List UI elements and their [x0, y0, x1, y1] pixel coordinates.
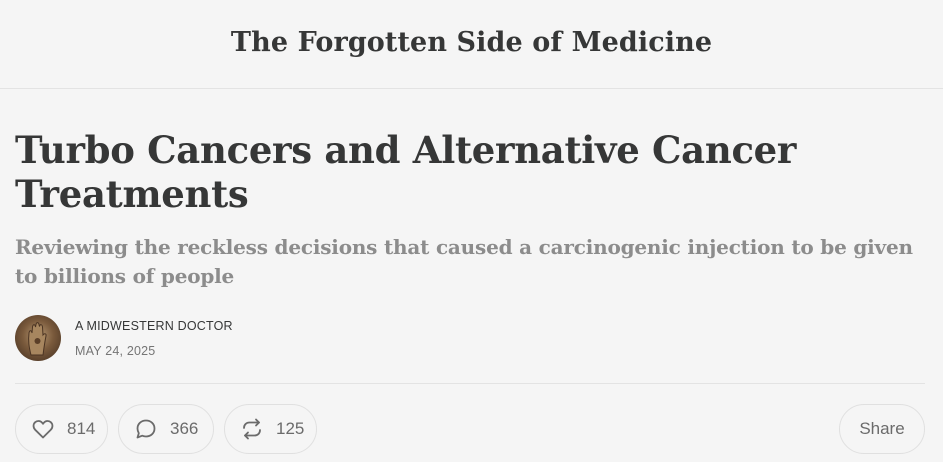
divider — [15, 383, 925, 384]
share-label: Share — [859, 419, 905, 438]
comment-button[interactable]: 366 — [118, 404, 214, 454]
restack-button[interactable]: 125 — [224, 404, 317, 454]
hand-sculpture-icon — [28, 322, 47, 356]
publication-title[interactable]: The Forgotten Side of Medicine — [231, 27, 712, 58]
heart-icon — [31, 416, 55, 442]
restack-count: 125 — [276, 419, 305, 438]
post-date: MAY 24, 2025 — [75, 343, 156, 358]
comment-bubble-icon — [134, 416, 158, 442]
like-button[interactable]: 814 — [15, 404, 108, 454]
publication-header: The Forgotten Side of Medicine — [0, 0, 943, 89]
comment-count: 366 — [170, 419, 199, 438]
share-button[interactable]: Share — [839, 404, 925, 454]
author-name[interactable]: A MIDWESTERN DOCTOR — [75, 318, 233, 334]
post-title: Turbo Cancers and Alternative Cancer Tre… — [15, 128, 797, 216]
byline: A MIDWESTERN DOCTOR MAY 24, 2025 — [15, 314, 233, 362]
post-subtitle: Reviewing the reckless decisions that ca… — [15, 235, 913, 288]
like-count: 814 — [67, 419, 96, 438]
restack-arrows-icon — [240, 416, 264, 442]
author-avatar[interactable] — [15, 315, 61, 361]
